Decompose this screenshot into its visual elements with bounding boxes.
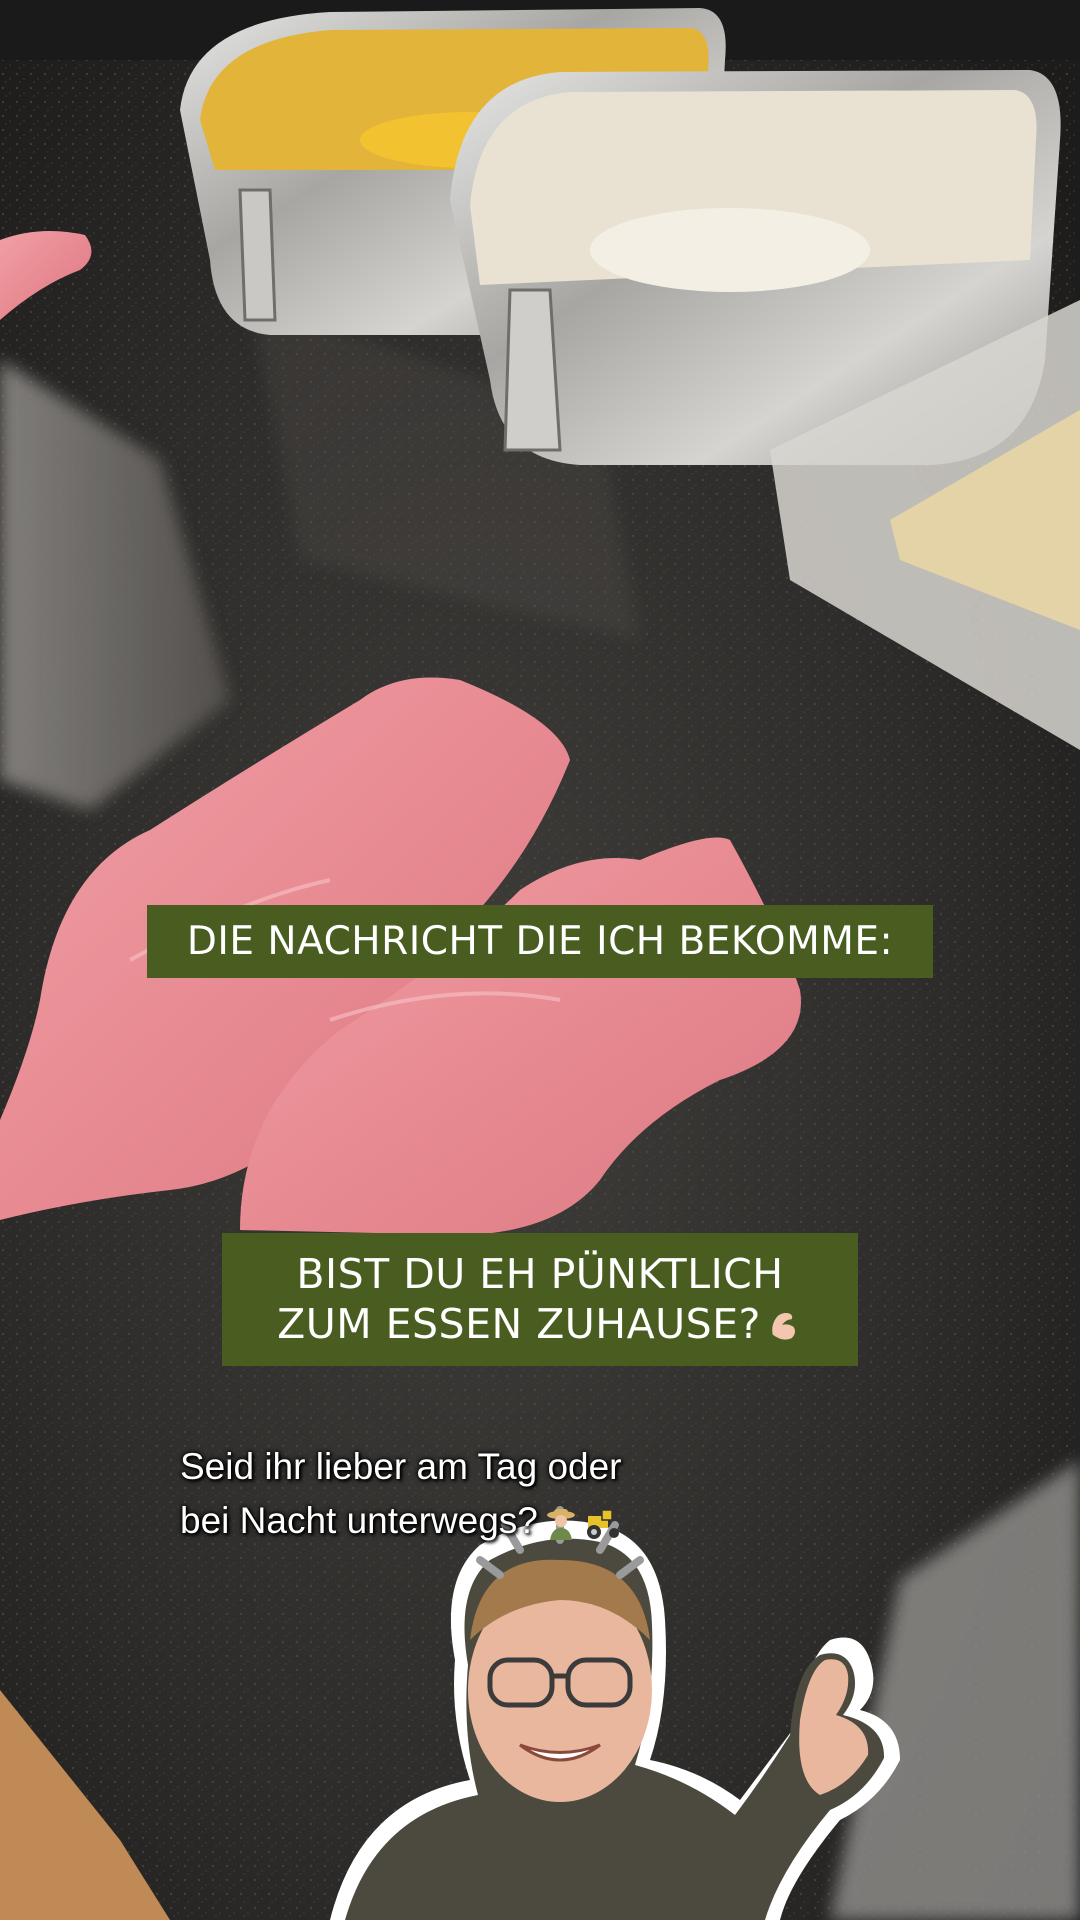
farmer-icon (546, 1509, 575, 1541)
subtitle-line1: Seid ihr lieber am Tag oder (180, 1446, 622, 1487)
caption-bottom-line2: ZUM ESSEN ZUHAUSE? (277, 1300, 761, 1348)
subtitle: Seid ihr lieber am Tag oder bei Nacht un… (180, 1440, 740, 1548)
caption-top: DIE NACHRICHT DIE ICH BEKOMME: (147, 905, 933, 978)
caption-bottom: BIST DU EH PÜNKTLICH ZUM ESSEN ZUHAUSE? (222, 1233, 858, 1366)
caption-bottom-line1: BIST DU EH PÜNKTLICH (296, 1250, 784, 1298)
pinching-hand-icon (772, 1312, 795, 1340)
caption-bottom-line2-wrap: ZUM ESSEN ZUHAUSE? (222, 1299, 858, 1349)
tractor-icon (586, 1509, 619, 1540)
caption-top-text: DIE NACHRICHT DIE ICH BEKOMME: (186, 919, 894, 964)
subtitle-line2-wrap: bei Nacht unterwegs? (180, 1494, 740, 1548)
subtitle-line2: bei Nacht unterwegs? (180, 1500, 538, 1541)
